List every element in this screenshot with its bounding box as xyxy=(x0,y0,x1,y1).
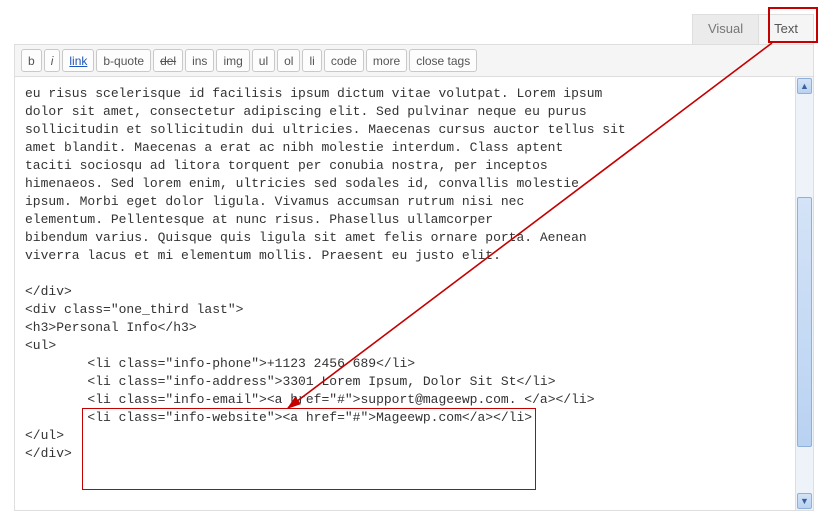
tab-row: Visual Text xyxy=(14,14,814,44)
tab-text[interactable]: Text xyxy=(758,14,814,44)
toolbar-del-button[interactable]: del xyxy=(153,49,183,72)
scroll-thumb[interactable] xyxy=(797,197,812,447)
toolbar-code-button[interactable]: code xyxy=(324,49,364,72)
editor-container: Visual Text b i link b-quote del ins img… xyxy=(14,14,814,511)
tab-visual[interactable]: Visual xyxy=(692,14,758,44)
toolbar: b i link b-quote del ins img ul ol li co… xyxy=(14,44,814,77)
toolbar-bquote-button[interactable]: b-quote xyxy=(96,49,151,72)
editor-body: eu risus scelerisque id facilisis ipsum … xyxy=(14,77,814,511)
toolbar-ol-button[interactable]: ol xyxy=(277,49,300,72)
toolbar-img-button[interactable]: img xyxy=(216,49,249,72)
toolbar-ul-button[interactable]: ul xyxy=(252,49,275,72)
toolbar-closetags-button[interactable]: close tags xyxy=(409,49,477,72)
scroll-up-button[interactable]: ▲ xyxy=(797,78,812,94)
toolbar-more-button[interactable]: more xyxy=(366,49,407,72)
toolbar-ins-button[interactable]: ins xyxy=(185,49,214,72)
toolbar-link-button[interactable]: link xyxy=(62,49,94,72)
toolbar-bold-button[interactable]: b xyxy=(21,49,42,72)
scroll-down-button[interactable]: ▼ xyxy=(797,493,812,509)
toolbar-italic-button[interactable]: i xyxy=(44,49,61,72)
toolbar-li-button[interactable]: li xyxy=(302,49,321,72)
content-textarea[interactable]: eu risus scelerisque id facilisis ipsum … xyxy=(15,77,795,510)
vertical-scrollbar[interactable]: ▲ ▼ xyxy=(795,77,813,510)
